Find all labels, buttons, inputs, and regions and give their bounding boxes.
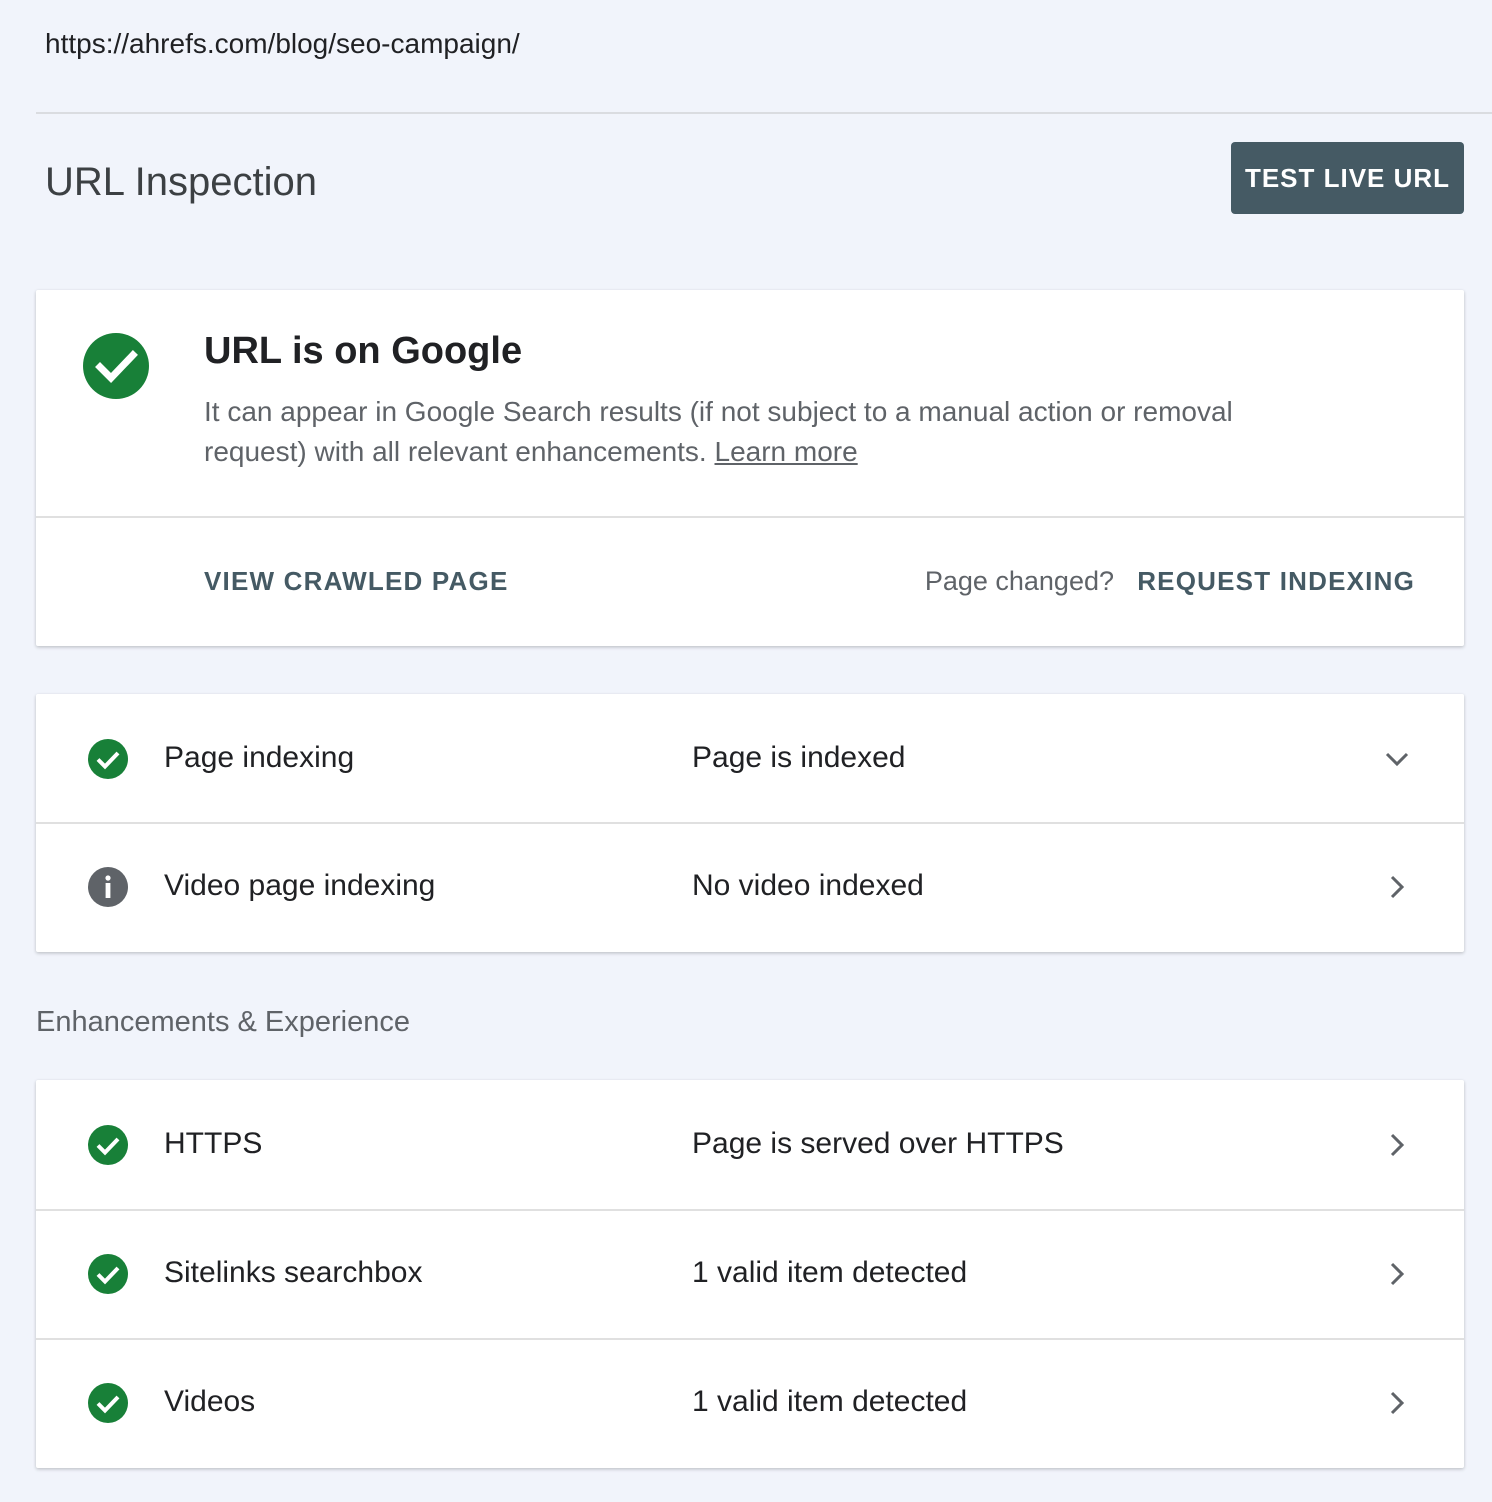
row-label: HTTPS — [164, 1127, 262, 1161]
row-label: Sitelinks searchbox — [164, 1256, 422, 1290]
row-label: Page indexing — [164, 741, 354, 775]
status-heading: URL is on Google — [204, 330, 522, 373]
row-value: 1 valid item detected — [692, 1256, 967, 1290]
row-label: Video page indexing — [164, 869, 435, 903]
chevron-right-icon[interactable] — [1382, 1388, 1412, 1418]
indexing-card: Page indexing Page is indexed Video page… — [36, 694, 1464, 952]
chevron-right-icon[interactable] — [1382, 1259, 1412, 1289]
row-value: No video indexed — [692, 869, 924, 903]
check-circle-icon — [88, 1125, 128, 1165]
row-value: 1 valid item detected — [692, 1385, 967, 1419]
status-card: URL is on Google It can appear in Google… — [36, 290, 1464, 646]
row-value: Page is served over HTTPS — [692, 1127, 1064, 1161]
row-value: Page is indexed — [692, 741, 906, 775]
inspected-url: https://ahrefs.com/blog/seo-campaign/ — [45, 28, 520, 60]
page-indexing-row[interactable]: Page indexing Page is indexed — [36, 694, 1464, 824]
status-divider — [36, 516, 1464, 518]
header-divider — [36, 112, 1492, 114]
row-label: Videos — [164, 1385, 255, 1419]
enhancements-section-title: Enhancements & Experience — [36, 1006, 410, 1039]
enhancements-card: HTTPS Page is served over HTTPS Sitelink… — [36, 1080, 1464, 1468]
chevron-right-icon[interactable] — [1382, 872, 1412, 902]
check-circle-icon — [88, 739, 128, 779]
chevron-down-icon[interactable] — [1382, 744, 1412, 774]
check-circle-icon — [88, 1383, 128, 1423]
video-page-indexing-row[interactable]: Video page indexing No video indexed — [36, 822, 1464, 952]
status-description: It can appear in Google Search results (… — [204, 392, 1334, 472]
page-title: URL Inspection — [45, 160, 317, 205]
check-circle-icon — [88, 1254, 128, 1294]
page-changed-label: Page changed? — [925, 566, 1114, 597]
learn-more-link[interactable]: Learn more — [715, 436, 858, 467]
view-crawled-page-button[interactable]: VIEW CRAWLED PAGE — [204, 566, 508, 597]
https-row[interactable]: HTTPS Page is served over HTTPS — [36, 1080, 1464, 1210]
videos-row[interactable]: Videos 1 valid item detected — [36, 1338, 1464, 1468]
chevron-right-icon[interactable] — [1382, 1130, 1412, 1160]
sitelinks-searchbox-row[interactable]: Sitelinks searchbox 1 valid item detecte… — [36, 1209, 1464, 1339]
request-indexing-button[interactable]: REQUEST INDEXING — [1137, 566, 1415, 597]
info-icon — [88, 867, 128, 907]
check-circle-icon — [83, 333, 149, 399]
test-live-url-button[interactable]: TEST LIVE URL — [1231, 142, 1464, 214]
